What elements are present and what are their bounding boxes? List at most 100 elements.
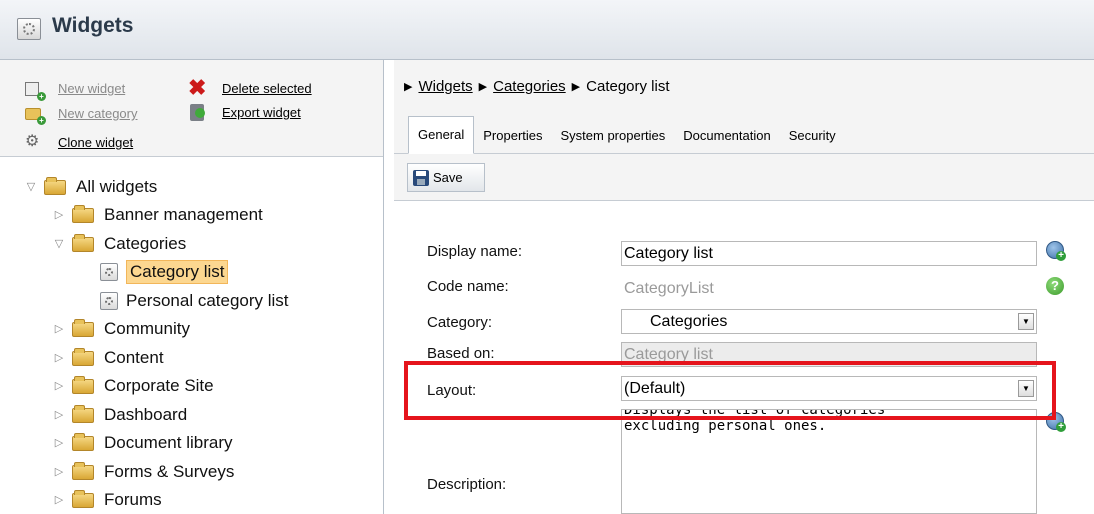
save-label: Save xyxy=(433,170,463,185)
folder-icon xyxy=(72,432,94,451)
breadcrumb-categories[interactable]: Categories xyxy=(493,78,566,95)
breadcrumb: ▶ Widgets ▶ Categories ▶ Category list xyxy=(404,78,670,95)
widget-gear-icon xyxy=(17,18,41,40)
folder-icon xyxy=(72,233,94,252)
based-on-label: Based on: xyxy=(427,345,495,362)
tree-item[interactable]: ▽ Categories xyxy=(52,231,186,257)
page-title: Widgets xyxy=(52,14,134,37)
collapsed-arrow-icon[interactable]: ▷ xyxy=(52,465,66,479)
expanded-arrow-icon[interactable]: ▽ xyxy=(52,237,66,251)
code-name-field: CategoryList xyxy=(621,276,1037,301)
tree-item-label: Forums xyxy=(104,490,162,509)
tree-item-label: Dashboard xyxy=(104,405,188,424)
tree-item-label: Category list xyxy=(126,260,229,284)
tree-item[interactable]: ▷ Document library xyxy=(52,430,233,456)
delete-selected-link[interactable]: Delete selected xyxy=(222,81,312,96)
export-widget-link[interactable]: Export widget xyxy=(222,105,301,120)
tree-item[interactable]: ▷ Corporate Site xyxy=(52,373,214,399)
tree-item-all-widgets[interactable]: ▽ All widgets xyxy=(24,174,157,200)
tab-properties[interactable]: Properties xyxy=(474,119,551,153)
right-pane: ▶ Widgets ▶ Categories ▶ Category list G… xyxy=(394,60,1094,514)
description-textarea[interactable]: Displays the list of categories excluding… xyxy=(621,409,1037,514)
chevron-right-icon: ▶ xyxy=(404,81,413,93)
breadcrumb-widgets[interactable]: Widgets xyxy=(418,78,472,95)
collapsed-arrow-icon[interactable]: ▷ xyxy=(52,379,66,393)
collapsed-arrow-icon[interactable]: ▷ xyxy=(52,493,66,507)
widget-icon xyxy=(100,292,118,310)
save-button[interactable]: Save xyxy=(407,163,485,192)
layout-select[interactable]: (Default) ▼ xyxy=(621,376,1037,401)
folder-icon xyxy=(72,375,94,394)
clone-widget-link[interactable]: Clone widget xyxy=(58,135,133,150)
collapsed-arrow-icon[interactable]: ▷ xyxy=(52,208,66,222)
help-icon[interactable]: ? xyxy=(1046,277,1064,295)
new-widget-link[interactable]: New widget xyxy=(58,81,125,96)
collapsed-arrow-icon[interactable]: ▷ xyxy=(52,351,66,365)
description-line: excluding personal ones. xyxy=(624,418,827,434)
tab-general[interactable]: General xyxy=(408,116,475,154)
description-label: Description: xyxy=(427,476,507,493)
new-category-link[interactable]: New category xyxy=(58,106,137,121)
tree-item-label: Content xyxy=(104,348,164,367)
tree-item-label: Community xyxy=(104,319,190,338)
folder-icon xyxy=(72,489,94,508)
chevron-right-icon: ▶ xyxy=(478,81,488,93)
collapsed-arrow-icon[interactable]: ▷ xyxy=(52,436,66,450)
globe-add-icon[interactable]: + xyxy=(1046,241,1066,261)
based-on-field: Category list xyxy=(621,342,1037,367)
tree-item-label: Banner management xyxy=(104,205,263,224)
widget-icon xyxy=(100,263,118,281)
expanded-arrow-icon[interactable]: ▽ xyxy=(24,180,38,194)
collapsed-arrow-icon[interactable]: ▷ xyxy=(52,322,66,336)
tree-item[interactable]: ▷ Forums xyxy=(52,487,162,513)
tree-item-label: Categories xyxy=(104,234,187,253)
category-value: Categories xyxy=(650,313,728,330)
tab-documentation[interactable]: Documentation xyxy=(674,119,779,153)
dropdown-arrow-icon[interactable]: ▼ xyxy=(1018,313,1034,330)
code-name-label: Code name: xyxy=(427,278,509,295)
delete-icon[interactable]: ✖ xyxy=(188,77,206,99)
tab-system-properties[interactable]: System properties xyxy=(552,119,675,153)
export-icon[interactable] xyxy=(190,104,208,121)
collapsed-arrow-icon[interactable]: ▷ xyxy=(52,408,66,422)
breadcrumb-area: ▶ Widgets ▶ Categories ▶ Category list G… xyxy=(394,60,1094,154)
category-label: Category: xyxy=(427,314,493,331)
tree-item[interactable]: Category list xyxy=(100,259,229,285)
new-category-icon[interactable]: + xyxy=(25,106,46,125)
tree-item[interactable]: Personal category list xyxy=(100,288,289,314)
description-line: Displays the list of categories xyxy=(624,409,886,418)
toolbar: Save xyxy=(394,154,1094,201)
folder-icon xyxy=(72,204,94,223)
save-disk-icon xyxy=(413,169,429,186)
title-bar: Widgets xyxy=(0,0,1094,60)
tree-item-label: Corporate Site xyxy=(104,376,214,395)
layout-label: Layout: xyxy=(427,382,477,399)
tree-item[interactable]: ▷ Content xyxy=(52,345,164,371)
tree-item[interactable]: ▷ Forms & Surveys xyxy=(52,459,234,485)
breadcrumb-current: Category list xyxy=(586,78,670,95)
folder-icon xyxy=(72,318,94,337)
left-pane: + New widget + New category ⚙ Clone widg… xyxy=(0,60,384,514)
clone-icon[interactable]: ⚙ xyxy=(25,134,43,150)
chevron-right-icon: ▶ xyxy=(571,81,581,93)
tree-item-label: Forms & Surveys xyxy=(104,462,235,481)
folder-icon xyxy=(72,347,94,366)
left-actions: + New widget + New category ⚙ Clone widg… xyxy=(0,60,383,157)
folder-icon xyxy=(72,461,94,480)
tab-security[interactable]: Security xyxy=(780,119,845,153)
layout-value: (Default) xyxy=(624,380,686,397)
tree-item[interactable]: ▷ Banner management xyxy=(52,202,263,228)
tree-item[interactable]: ▷ Community xyxy=(52,316,190,342)
category-select[interactable]: Categories ▼ xyxy=(621,309,1037,334)
tree-item-label: Document library xyxy=(104,433,233,452)
tree-item[interactable]: ▷ Dashboard xyxy=(52,402,187,428)
new-widget-icon[interactable]: + xyxy=(25,82,46,101)
tab-bar: General Properties System properties Doc… xyxy=(408,115,845,154)
display-name-label: Display name: xyxy=(427,243,523,260)
folder-icon xyxy=(72,404,94,423)
dropdown-arrow-icon[interactable]: ▼ xyxy=(1018,380,1034,397)
globe-add-icon[interactable]: + xyxy=(1046,412,1066,432)
tree-item-label: All widgets xyxy=(76,177,158,196)
tree-item-label: Personal category list xyxy=(126,291,289,310)
display-name-field[interactable]: Category list xyxy=(621,241,1037,266)
